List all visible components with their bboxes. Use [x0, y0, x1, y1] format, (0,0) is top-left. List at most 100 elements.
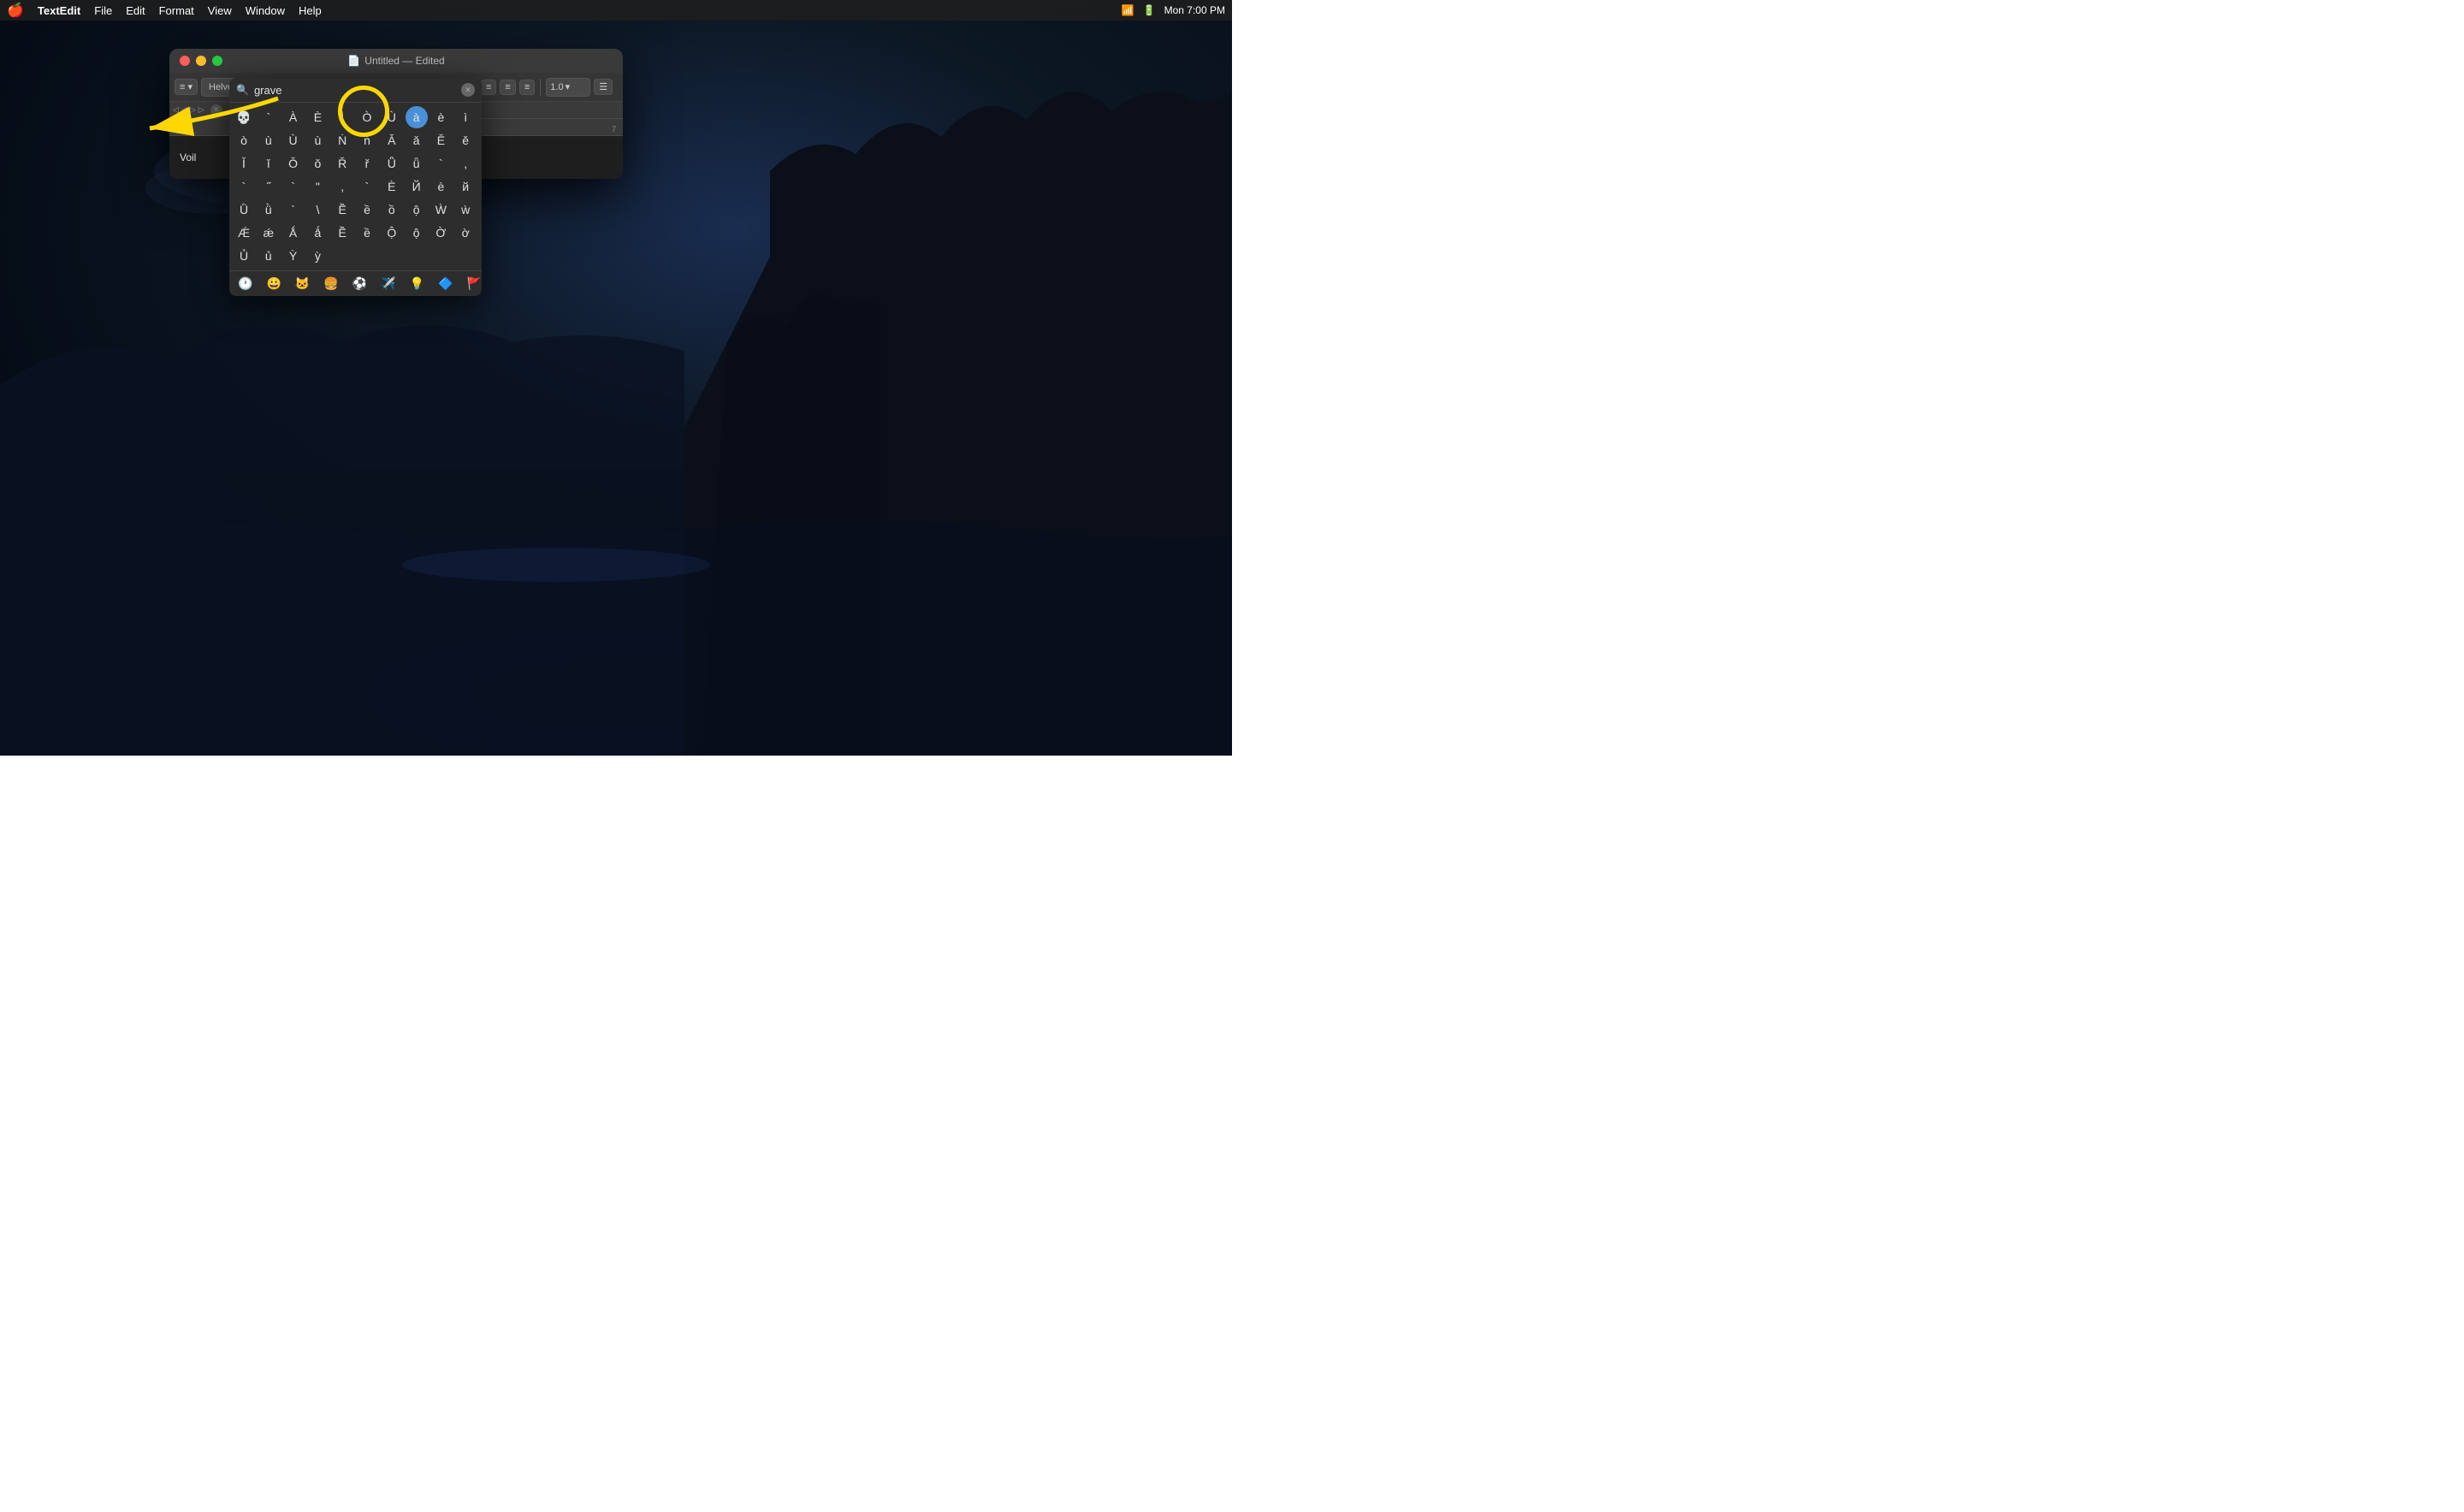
char-u-grave2[interactable]: ù — [306, 129, 329, 151]
char-A-grave[interactable]: À — [282, 106, 305, 128]
ruler-left-arrow2[interactable]: ◁ — [181, 105, 187, 115]
char-O-caron[interactable]: Ǒ — [282, 152, 305, 175]
char-o-hook-grave[interactable]: ờ — [454, 222, 477, 244]
char-W-grave[interactable]: Ẁ — [429, 199, 452, 221]
close-button[interactable] — [180, 56, 190, 66]
menubar-view[interactable]: View — [208, 4, 232, 17]
char-U-grave2[interactable]: Ù — [282, 129, 305, 151]
char-O-grave[interactable]: Ò — [356, 106, 378, 128]
char-O-below-grave[interactable]: Ộ — [381, 222, 403, 244]
cat-travel[interactable]: ✈️ — [377, 275, 399, 293]
char-Й[interactable]: Й — [406, 175, 428, 198]
char-w-grave[interactable]: ẁ — [454, 199, 477, 221]
align-right-btn[interactable]: ≡ — [519, 80, 535, 95]
char-E-grave2[interactable]: È — [381, 175, 403, 198]
cat-smileys[interactable]: 😀 — [263, 275, 284, 293]
maximize-button[interactable] — [212, 56, 222, 66]
char-A-ring-acute[interactable]: Ǻ — [282, 222, 305, 244]
char-O-hook-grave[interactable]: Ờ — [429, 222, 452, 244]
char-e-grave2[interactable]: è — [429, 175, 452, 198]
char-e-caron[interactable]: ě — [454, 129, 477, 151]
char-grave[interactable]: ` — [258, 106, 280, 128]
ruler-right-arrow2[interactable]: ▷ — [198, 105, 204, 115]
char-grave2[interactable]: ` — [429, 152, 452, 175]
char-o-below-grave[interactable]: ộ — [406, 222, 428, 244]
minimize-button[interactable] — [196, 56, 206, 66]
ruler-right-arrow[interactable]: ▷ — [190, 105, 196, 115]
char-i-grave[interactable]: ì — [454, 106, 477, 128]
menubar-help[interactable]: Help — [299, 4, 322, 17]
search-clear-button[interactable]: ✕ — [461, 83, 475, 97]
char-skull[interactable]: 💀 — [233, 106, 255, 128]
menubar-app-name[interactable]: TextEdit — [38, 4, 80, 17]
char-o-caron[interactable]: ǒ — [306, 152, 329, 175]
window-title: 📄 Untitled — Edited — [347, 55, 444, 67]
char-Y-grave[interactable]: Ỳ — [282, 245, 305, 267]
cat-objects[interactable]: 💡 — [406, 275, 428, 293]
char-R-caron[interactable]: Ř — [331, 152, 353, 175]
char-E-grave[interactable]: È — [306, 106, 329, 128]
cat-food[interactable]: 🍔 — [320, 275, 341, 293]
char-comma[interactable]: , — [454, 152, 477, 175]
toolbar-style-btn[interactable]: ≡ ▾ — [175, 79, 198, 95]
char-o-circ-grave2[interactable]: ộ — [406, 199, 428, 221]
char-a-grave[interactable]: à — [406, 106, 428, 128]
char-I-grave[interactable]: Ì — [331, 106, 353, 128]
char-o-circ-grave[interactable]: ồ — [381, 199, 403, 221]
cat-activities[interactable]: ⚽ — [349, 275, 370, 293]
char-U-macr-grave[interactable]: Ǖ — [381, 152, 403, 175]
cat-symbols[interactable]: 🔷 — [435, 275, 456, 293]
char-u-below[interactable]: ủ — [258, 245, 280, 267]
char-search-input[interactable] — [254, 84, 456, 97]
cat-flags[interactable]: 🚩 — [464, 275, 483, 293]
menubar-edit[interactable]: Edit — [126, 4, 145, 17]
char-i-caron[interactable]: ǐ — [258, 152, 280, 175]
char-ae-acute[interactable]: ǽ — [258, 222, 280, 244]
document-icon: 📄 — [347, 55, 360, 67]
char-a-caron[interactable]: ǎ — [406, 129, 428, 151]
ruler-close-x[interactable]: ✕ — [210, 104, 222, 116]
char-n-uml[interactable]: ṅ — [356, 129, 378, 151]
char-grave6[interactable]: ` — [282, 199, 305, 221]
char-U-below[interactable]: Ủ — [233, 245, 255, 267]
char-r-caron[interactable]: ř — [356, 152, 378, 175]
char-double-grave[interactable]: ˝ — [258, 175, 280, 198]
char-e-grave3[interactable]: ề — [356, 222, 378, 244]
menubar-format[interactable]: Format — [159, 4, 194, 17]
menubar-window[interactable]: Window — [246, 4, 285, 17]
char-U-grave-diaer[interactable]: Ǜ — [233, 199, 255, 221]
char-y-grave[interactable]: ỳ — [306, 245, 329, 267]
apple-menu[interactable]: 🍎 — [7, 2, 24, 19]
char-grave5[interactable]: ` — [356, 175, 378, 198]
char-a-ring-acute[interactable]: ǻ — [306, 222, 329, 244]
char-AE-acute[interactable]: Ǽ — [233, 222, 255, 244]
align-left-btn[interactable]: ≡ — [481, 80, 496, 95]
char-I-caron[interactable]: Ǐ — [233, 152, 255, 175]
cat-animals[interactable]: 🐱 — [292, 275, 313, 293]
char-u-macr-grave[interactable]: ǖ — [406, 152, 428, 175]
list-btn[interactable]: ☰ — [594, 79, 613, 95]
char-E-grave3[interactable]: Ề — [331, 222, 353, 244]
char-E-caron[interactable]: Ě — [429, 129, 452, 151]
ruler-left-arrow[interactable]: ◁ — [173, 105, 179, 115]
char-e-circ-grave[interactable]: ề — [356, 199, 378, 221]
menubar-file[interactable]: File — [94, 4, 112, 17]
char-u-grave[interactable]: ù — [258, 129, 280, 151]
char-double-grave2[interactable]: " — [306, 175, 329, 198]
char-grave3[interactable]: ` — [233, 175, 255, 198]
char-U-cap[interactable]: Ù — [381, 106, 403, 128]
char-й[interactable]: й — [454, 175, 477, 198]
line-spacing-btn[interactable]: 1.0 ▾ — [546, 78, 590, 97]
search-icon: 🔍 — [236, 84, 249, 96]
char-grave4[interactable]: ` — [282, 175, 305, 198]
char-N-uml[interactable]: Ṅ — [331, 129, 353, 151]
char-e-grave[interactable]: è — [429, 106, 452, 128]
char-u-grave-diaer[interactable]: ǜ — [258, 199, 280, 221]
char-comma2[interactable]: , — [331, 175, 353, 198]
char-E-circ-grave[interactable]: Ề — [331, 199, 353, 221]
char-A-caron[interactable]: Ǎ — [381, 129, 403, 151]
char-o-grave[interactable]: ò — [233, 129, 255, 151]
align-center-btn[interactable]: ≡ — [500, 80, 515, 95]
cat-recent[interactable]: 🕐 — [234, 275, 256, 293]
char-backslash[interactable]: \ — [306, 199, 329, 221]
